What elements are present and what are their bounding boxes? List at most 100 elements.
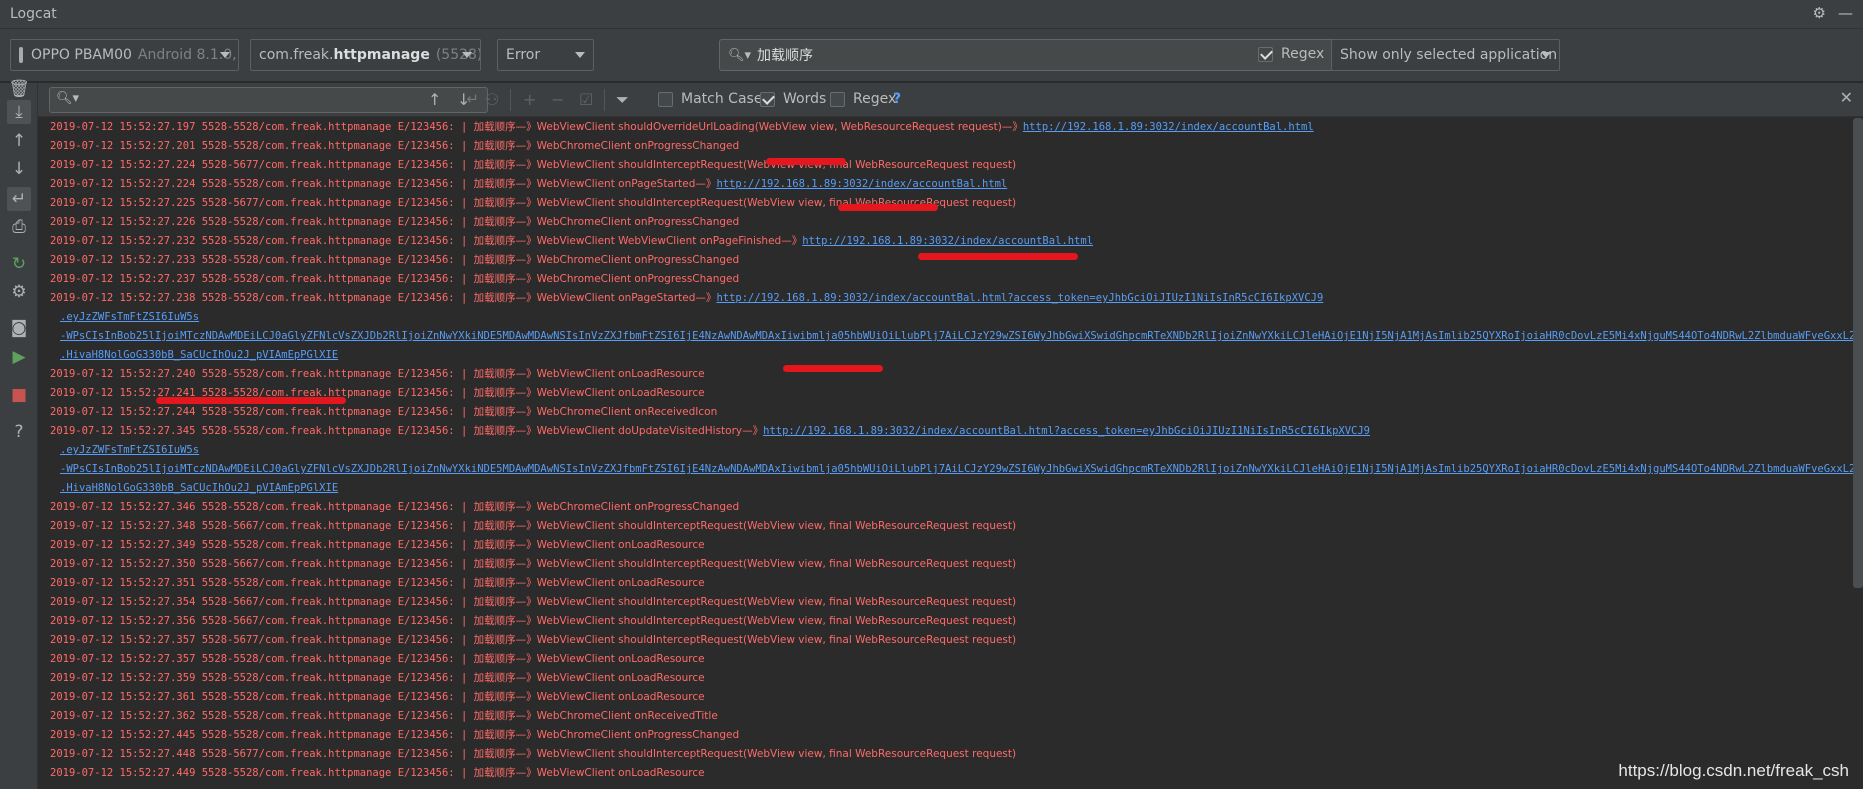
log-line: 2019-07-12 15:52:27.356 5528-5667/com.fr…: [38, 612, 1863, 631]
restart-icon[interactable]: ↻: [7, 252, 31, 276]
arrow-down-icon[interactable]: ↓: [7, 157, 31, 181]
log-timestamp: 2019-07-12 15:52:27.357: [50, 634, 196, 646]
window-title: Logcat: [10, 6, 57, 22]
log-process: 5528-5528/com.freak.httpmanage: [201, 368, 392, 380]
help-icon[interactable]: ?: [7, 420, 31, 444]
redaction-mark: [838, 204, 938, 211]
log-tag: E/123456:: [397, 653, 455, 665]
filter-icon[interactable]: ⏷: [616, 90, 629, 110]
log-process: 5528-5528/com.freak.httpmanage: [201, 501, 392, 513]
previous-occurrence-icon[interactable]: ↑: [428, 90, 441, 109]
search-query: 加载顺序: [757, 48, 814, 64]
log-process: 5528-5528/com.freak.httpmanage: [201, 235, 392, 247]
remove-selection-icon[interactable]: −: [551, 90, 564, 109]
trash-icon[interactable]: 🗑︎: [7, 77, 31, 101]
device-select[interactable]: OPPO PBAM00 Android 8.1.0, A: [10, 39, 239, 71]
log-line: 2019-07-12 15:52:27.238 5528-5528/com.fr…: [38, 289, 1863, 308]
add-selection-icon[interactable]: +: [523, 90, 536, 109]
log-timestamp: 2019-07-12 15:52:27.224: [50, 159, 196, 171]
regex-help-link[interactable]: ?: [893, 91, 901, 107]
checkbox-checked-icon: [760, 91, 775, 107]
log-timestamp: 2019-07-12 15:52:27.449: [50, 767, 196, 779]
log-timestamp: 2019-07-12 15:52:27.237: [50, 273, 196, 285]
log-process: 5528-5667/com.freak.httpmanage: [201, 615, 392, 627]
log-process: 5528-5528/com.freak.httpmanage: [201, 539, 392, 551]
log-line: 2019-07-12 15:52:27.351 5528-5528/com.fr…: [38, 574, 1863, 593]
log-timestamp: 2019-07-12 15:52:27.357: [50, 653, 196, 665]
log-separator: |: [460, 596, 474, 608]
arrow-up-icon[interactable]: ↑: [7, 129, 31, 153]
record-video-icon[interactable]: ▶: [7, 345, 31, 369]
select-all-occurrences-icon[interactable]: ☑: [579, 90, 593, 109]
log-line: 2019-07-12 15:52:27.354 5528-5667/com.fr…: [38, 593, 1863, 612]
log-timestamp: 2019-07-12 15:52:27.448: [50, 748, 196, 760]
log-tag: E/123456:: [397, 539, 455, 551]
log-process: 5528-5677/com.freak.httpmanage: [201, 748, 392, 760]
find-input[interactable]: 🔍︎▾ ↵: [49, 87, 488, 113]
close-icon[interactable]: ✕: [1840, 88, 1853, 107]
log-line: 2019-07-12 15:52:27.350 5528-5667/com.fr…: [38, 555, 1863, 574]
log-tag: E/123456:: [397, 558, 455, 570]
log-process: 5528-5667/com.freak.httpmanage: [201, 520, 392, 532]
log-timestamp: 2019-07-12 15:52:27.238: [50, 292, 196, 304]
find-regex-checkbox[interactable]: Regex: [830, 91, 896, 107]
log-tag: E/123456:: [397, 273, 455, 285]
log-url-link[interactable]: http://192.168.1.89:3032/index/accountBa…: [716, 292, 1323, 304]
log-url-link[interactable]: http://192.168.1.89:3032/index/accountBa…: [802, 235, 1093, 247]
log-process: 5528-5528/com.freak.httpmanage: [201, 273, 392, 285]
log-separator: |: [460, 292, 474, 304]
log-url-link[interactable]: http://192.168.1.89:3032/index/accountBa…: [763, 425, 1370, 437]
next-occurrence-icon[interactable]: ↓: [457, 90, 470, 109]
log-line: 2019-07-12 15:52:27.224 5528-5528/com.fr…: [38, 175, 1863, 194]
regex-checkbox[interactable]: Regex: [1258, 46, 1324, 62]
search-icon: 🔍︎▾: [56, 91, 80, 106]
vertical-scrollbar[interactable]: [1853, 118, 1863, 588]
log-output[interactable]: 2019-07-12 15:52:27.197 5528-5528/com.fr…: [38, 118, 1863, 789]
phone-icon: [19, 47, 23, 63]
camera-icon[interactable]: ◙: [7, 316, 31, 340]
log-url-link[interactable]: http://192.168.1.89:3032/index/accountBa…: [1023, 121, 1314, 133]
process-select[interactable]: com.freak. httpmanage (5528): [250, 39, 481, 71]
words-label: Words: [783, 91, 827, 107]
log-line: 2019-07-12 15:52:27.349 5528-5528/com.fr…: [38, 536, 1863, 555]
log-message: 加载顺序—》WebChromeClient onReceivedTitle: [473, 710, 718, 722]
log-line: 2019-07-12 15:52:27.448 5528-5677/com.fr…: [38, 745, 1863, 764]
log-process: 5528-5528/com.freak.httpmanage: [201, 292, 392, 304]
log-message: 加载顺序—》WebViewClient onLoadResource: [473, 387, 705, 399]
log-process: 5528-5528/com.freak.httpmanage: [201, 691, 392, 703]
settings-icon[interactable]: ⚙: [7, 280, 31, 304]
device-name: OPPO PBAM00: [31, 47, 132, 63]
soft-wrap-icon[interactable]: ↵: [7, 187, 31, 211]
words-checkbox[interactable]: Words: [760, 91, 826, 107]
app-filter-select[interactable]: Show only selected application: [1331, 39, 1560, 71]
log-separator: |: [460, 691, 474, 703]
log-tag: E/123456:: [397, 140, 455, 152]
regex-label: Regex: [1281, 46, 1325, 62]
redaction-mark: [783, 365, 883, 372]
log-line-continuation: -WPsCIsInBob25lIjoiMTczNDAwMDEiLCJ0aGlyZ…: [60, 330, 1863, 342]
separator: [604, 89, 605, 111]
minimize-icon[interactable]: —: [1838, 4, 1853, 22]
log-separator: |: [460, 368, 474, 380]
log-message: 加载顺序—》WebViewClient shouldOverrideUrlLoa…: [473, 121, 1023, 133]
match-case-checkbox[interactable]: Match Case: [658, 91, 762, 107]
log-process: 5528-5677/com.freak.httpmanage: [201, 197, 392, 209]
log-message: 加载顺序—》WebViewClient onLoadResource: [473, 672, 705, 684]
log-timestamp: 2019-07-12 15:52:27.197: [50, 121, 196, 133]
log-tag: E/123456:: [397, 216, 455, 228]
log-url-link[interactable]: http://192.168.1.89:3032/index/accountBa…: [716, 178, 1007, 190]
log-timestamp: 2019-07-12 15:52:27.240: [50, 368, 196, 380]
stop-icon[interactable]: ■: [7, 383, 31, 407]
find-regex-label: Regex: [853, 91, 897, 107]
log-line: 2019-07-12 15:52:27.359 5528-5528/com.fr…: [38, 669, 1863, 688]
checkbox-icon: [658, 91, 673, 107]
log-process: 5528-5528/com.freak.httpmanage: [201, 577, 392, 589]
log-separator: |: [460, 748, 474, 760]
print-icon[interactable]: ⎙: [7, 215, 31, 239]
find-options-icon[interactable]: ⚇: [485, 90, 499, 109]
log-timestamp: 2019-07-12 15:52:27.359: [50, 672, 196, 684]
gear-icon[interactable]: ⚙: [1813, 4, 1826, 22]
log-message: 加载顺序—》WebViewClient onLoadResource: [473, 368, 705, 380]
scroll-to-end-icon[interactable]: ⤓: [7, 100, 31, 124]
log-level-select[interactable]: Error: [497, 39, 594, 71]
